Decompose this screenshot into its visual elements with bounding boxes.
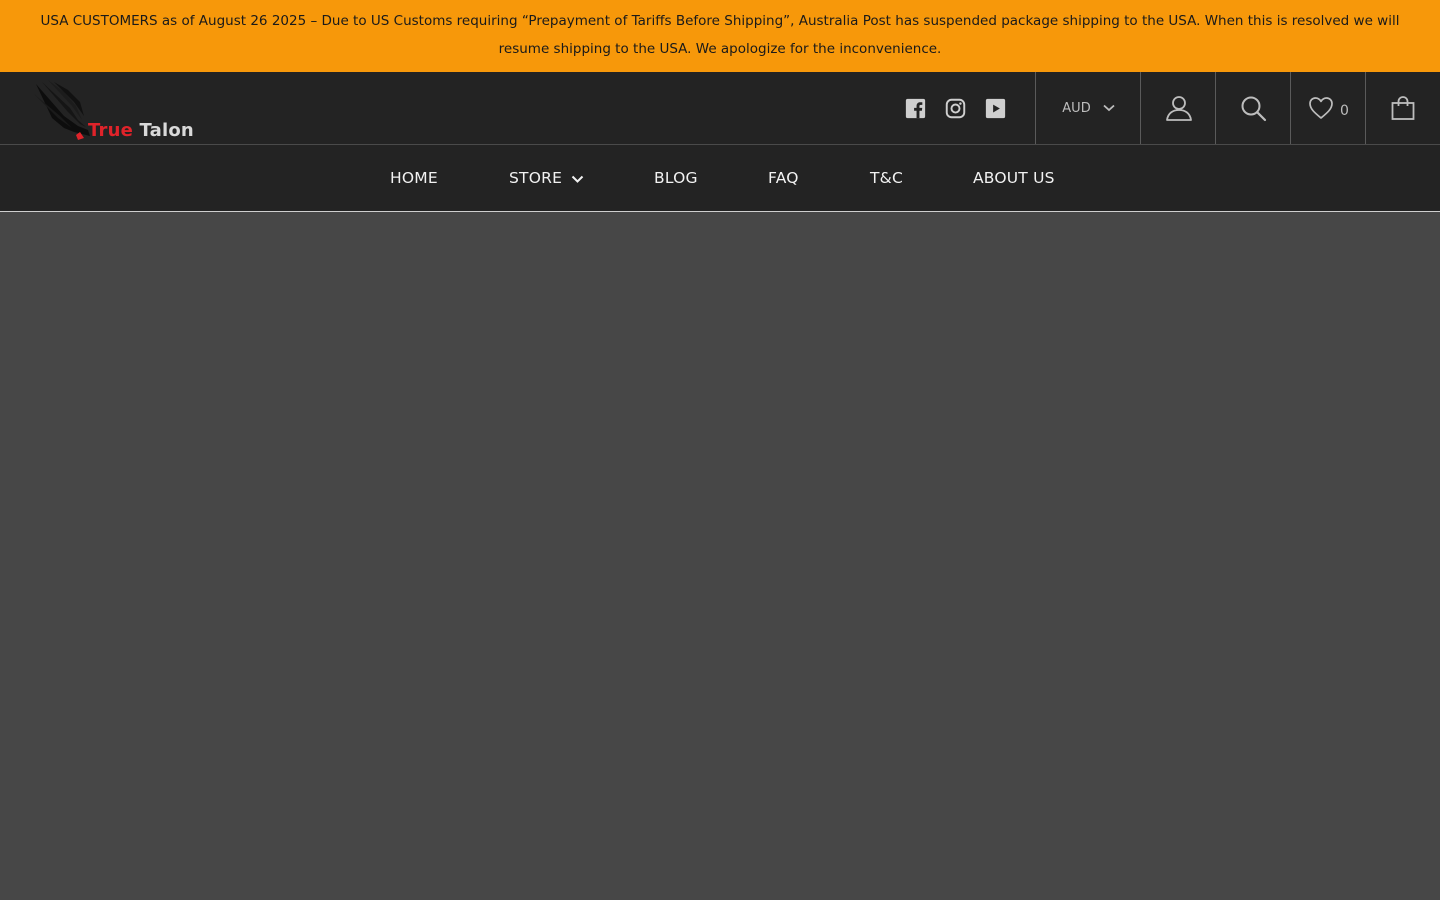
nav-item-label: T&C [870, 169, 903, 187]
youtube-link[interactable] [981, 72, 1009, 144]
nav-item-label: HOME [390, 169, 438, 187]
currency-value: AUD [1062, 100, 1091, 116]
nav-item-terms[interactable]: T&C [870, 145, 903, 211]
wishlist-button[interactable]: 0 [1290, 72, 1366, 144]
cart-button[interactable] [1365, 72, 1440, 144]
logo-word-talon: Talon [139, 120, 194, 141]
site-header: True Talon AUD 0 [0, 72, 1440, 144]
instagram-icon [945, 98, 965, 118]
youtube-icon [985, 98, 1005, 118]
facebook-link[interactable] [901, 72, 929, 144]
nav-item-label: STORE [509, 169, 563, 187]
wishlist-count: 0 [1340, 103, 1349, 119]
chevron-down-icon [571, 175, 584, 184]
logo-text: True Talon [88, 122, 194, 140]
logo-word-true: True [88, 120, 134, 141]
chevron-down-icon [1103, 104, 1115, 112]
nav-item-home[interactable]: HOME [390, 145, 438, 211]
site-logo[interactable]: True Talon [34, 80, 224, 140]
announcement-line-2: resume shipping to the USA. We apologize… [498, 41, 942, 57]
announcement-bar: USA CUSTOMERS as of August 26 2025 – Due… [0, 0, 1440, 72]
nav-item-label: ABOUT US [973, 169, 1055, 187]
account-button[interactable] [1140, 72, 1216, 144]
nav-item-blog[interactable]: BLOG [654, 145, 698, 211]
nav-item-store[interactable]: STORE [509, 145, 584, 211]
nav-item-label: FAQ [768, 169, 799, 187]
facebook-icon [905, 98, 925, 118]
nav-item-about-us[interactable]: ABOUT US [973, 145, 1055, 211]
search-button[interactable] [1215, 72, 1291, 144]
main-navigation: HOME STORE BLOG FAQ T&C ABOUT US [0, 144, 1440, 212]
instagram-link[interactable] [941, 72, 969, 144]
user-icon [1165, 96, 1192, 121]
heart-icon [1309, 97, 1333, 119]
nav-item-label: BLOG [654, 169, 698, 187]
nav-item-faq[interactable]: FAQ [768, 145, 799, 211]
shopping-bag-icon [1391, 96, 1415, 120]
search-icon [1241, 96, 1267, 121]
eagle-logo-icon [34, 80, 90, 140]
announcement-line-1: USA CUSTOMERS as of August 26 2025 – Due… [40, 13, 1400, 29]
currency-selector[interactable]: AUD [1035, 72, 1141, 144]
main-content [0, 212, 1440, 900]
